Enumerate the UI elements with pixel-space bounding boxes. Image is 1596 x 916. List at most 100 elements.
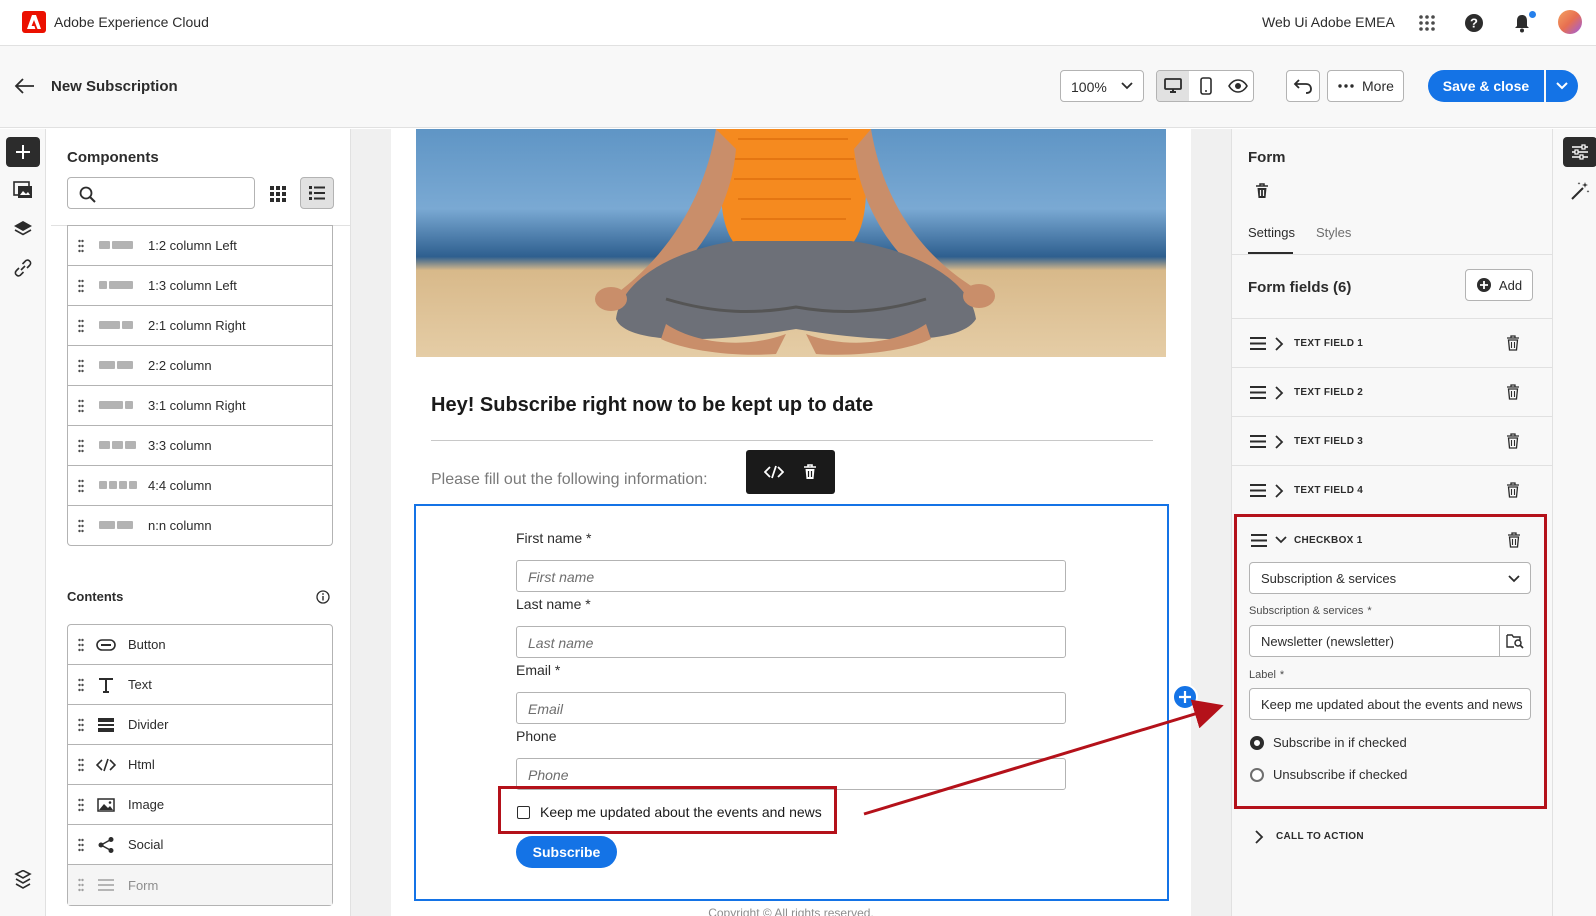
newsletter-checkbox-label[interactable]: Keep me updated about the events and new… bbox=[540, 804, 822, 820]
form-field-row[interactable]: TEXT FIELD 2 bbox=[1232, 367, 1552, 416]
org-switcher[interactable]: Web Ui Adobe EMEA bbox=[1262, 14, 1395, 30]
structure-item[interactable]: 2:1 column Right bbox=[68, 305, 332, 345]
add-components-button[interactable] bbox=[6, 137, 40, 167]
back-arrow-icon[interactable] bbox=[14, 77, 36, 95]
structure-label: 2:2 column bbox=[148, 358, 212, 373]
undo-button[interactable] bbox=[1286, 70, 1320, 102]
form-field-row[interactable]: TEXT FIELD 1 bbox=[1232, 318, 1552, 367]
chevron-right-icon[interactable] bbox=[1274, 435, 1284, 449]
hero-image[interactable] bbox=[416, 129, 1166, 357]
column-layout-icon bbox=[99, 241, 133, 249]
structure-item[interactable]: 3:3 column bbox=[68, 425, 332, 465]
tab-settings[interactable]: Settings bbox=[1248, 225, 1295, 240]
service-picker-button[interactable] bbox=[1499, 625, 1531, 657]
mobile-view-button[interactable] bbox=[1190, 71, 1222, 101]
trash-icon[interactable] bbox=[1506, 433, 1520, 449]
help-icon[interactable]: ? bbox=[1463, 12, 1485, 34]
first-name-field[interactable]: First name bbox=[516, 560, 1066, 592]
layers-stack-icon[interactable] bbox=[12, 869, 34, 891]
drag-handle-icon[interactable] bbox=[1250, 484, 1266, 497]
settings-panel-button[interactable] bbox=[1563, 137, 1596, 167]
tab-styles[interactable]: Styles bbox=[1316, 225, 1351, 240]
chevron-down-icon bbox=[1508, 575, 1520, 583]
content-item-social[interactable]: Social bbox=[68, 825, 332, 865]
chevron-right-icon[interactable] bbox=[1274, 337, 1284, 351]
drag-handle-icon[interactable] bbox=[1250, 435, 1266, 448]
desktop-icon bbox=[1164, 78, 1182, 93]
email-body: Hey! Subscribe right now to be kept up t… bbox=[391, 129, 1198, 916]
structure-item[interactable]: n:n column bbox=[68, 505, 332, 545]
service-input[interactable]: Newsletter (newsletter) bbox=[1249, 625, 1501, 657]
button-icon bbox=[96, 635, 116, 655]
preview-button[interactable] bbox=[1222, 71, 1253, 101]
layers-icon[interactable] bbox=[12, 218, 34, 240]
form-field-row[interactable]: TEXT FIELD 4 bbox=[1232, 465, 1552, 514]
html-code-icon[interactable] bbox=[763, 465, 784, 479]
drag-handle-icon[interactable] bbox=[1250, 337, 1266, 350]
apps-grid-icon[interactable] bbox=[1416, 12, 1438, 34]
label-input[interactable]: Keep me updated about the events and new… bbox=[1249, 688, 1531, 720]
avatar[interactable] bbox=[1558, 10, 1582, 34]
subscribe-button[interactable]: Subscribe bbox=[516, 836, 617, 868]
checkbox-type-select[interactable]: Subscription & services bbox=[1249, 562, 1531, 594]
info-icon[interactable] bbox=[316, 590, 330, 604]
subscribe-radio[interactable] bbox=[1250, 736, 1264, 750]
trash-icon[interactable] bbox=[1507, 532, 1521, 548]
last-name-field[interactable]: Last name bbox=[516, 626, 1066, 658]
chevron-down-icon[interactable] bbox=[1275, 535, 1287, 545]
app-title[interactable]: Adobe Experience Cloud bbox=[54, 14, 209, 30]
trash-icon[interactable] bbox=[1255, 183, 1269, 199]
structure-item[interactable]: 4:4 column bbox=[68, 465, 332, 505]
save-close-button[interactable]: Save & close bbox=[1428, 70, 1544, 102]
add-block-handle[interactable] bbox=[1172, 684, 1198, 710]
drag-handle-icon[interactable] bbox=[1251, 534, 1267, 547]
desktop-view-button[interactable] bbox=[1157, 71, 1189, 101]
more-button[interactable]: More bbox=[1327, 70, 1404, 102]
newsletter-checkbox[interactable] bbox=[517, 806, 530, 819]
save-options-button[interactable] bbox=[1546, 70, 1578, 102]
component-search-input[interactable] bbox=[67, 177, 255, 209]
block-toolbar bbox=[746, 450, 835, 494]
form-block[interactable]: First name * First name Last name * Last… bbox=[414, 504, 1198, 901]
trash-icon[interactable] bbox=[1506, 335, 1520, 351]
structure-item[interactable]: 3:1 column Right bbox=[68, 385, 332, 425]
trash-icon[interactable] bbox=[1506, 384, 1520, 400]
trash-icon[interactable] bbox=[1506, 482, 1520, 498]
structure-label: 3:1 column Right bbox=[148, 398, 246, 413]
content-item-button[interactable]: Button bbox=[68, 625, 332, 665]
structure-item[interactable]: 2:2 column bbox=[68, 345, 332, 385]
content-item-form[interactable]: Form bbox=[68, 865, 332, 905]
call-to-action-row[interactable]: CALL TO ACTION bbox=[1232, 817, 1552, 863]
drag-handle-icon[interactable] bbox=[1250, 386, 1266, 399]
intro-text[interactable]: Please fill out the following informatio… bbox=[431, 471, 708, 489]
unsubscribe-radio-label[interactable]: Unsubscribe if checked bbox=[1273, 767, 1407, 782]
column-layout-icon bbox=[99, 281, 133, 289]
link-icon[interactable] bbox=[12, 257, 34, 279]
zoom-select[interactable]: 100% bbox=[1060, 70, 1144, 102]
content-item-image[interactable]: Image bbox=[68, 785, 332, 825]
list-view-button[interactable] bbox=[300, 177, 334, 209]
structure-item[interactable]: 1:3 column Left bbox=[68, 265, 332, 305]
form-field-row[interactable]: TEXT FIELD 3 bbox=[1232, 416, 1552, 465]
image-icon bbox=[96, 795, 116, 815]
magic-wand-icon[interactable] bbox=[1570, 181, 1590, 201]
chevron-right-icon[interactable] bbox=[1274, 484, 1284, 498]
assets-icon[interactable] bbox=[12, 179, 34, 201]
adobe-logo-icon[interactable] bbox=[22, 11, 46, 33]
content-item-divider[interactable]: Divider bbox=[68, 705, 332, 745]
content-item-text[interactable]: Text bbox=[68, 665, 332, 705]
trash-icon[interactable] bbox=[803, 464, 817, 480]
grid-view-button[interactable] bbox=[263, 179, 293, 209]
content-item-html[interactable]: Html bbox=[68, 745, 332, 785]
chevron-right-icon[interactable] bbox=[1274, 386, 1284, 400]
headline[interactable]: Hey! Subscribe right now to be kept up t… bbox=[431, 394, 873, 417]
checkbox-field-name[interactable]: CHECKBOX 1 bbox=[1294, 535, 1363, 546]
unsubscribe-radio[interactable] bbox=[1250, 768, 1264, 782]
subscribe-radio-label[interactable]: Subscribe in if checked bbox=[1273, 735, 1407, 750]
add-field-button[interactable]: Add bbox=[1465, 269, 1533, 301]
structure-item[interactable]: 1:2 column Left bbox=[68, 225, 332, 265]
form-field-name: TEXT FIELD 2 bbox=[1294, 387, 1364, 398]
device-toggle bbox=[1156, 70, 1254, 102]
drag-grip-icon bbox=[78, 718, 84, 732]
email-field[interactable]: Email bbox=[516, 692, 1066, 724]
